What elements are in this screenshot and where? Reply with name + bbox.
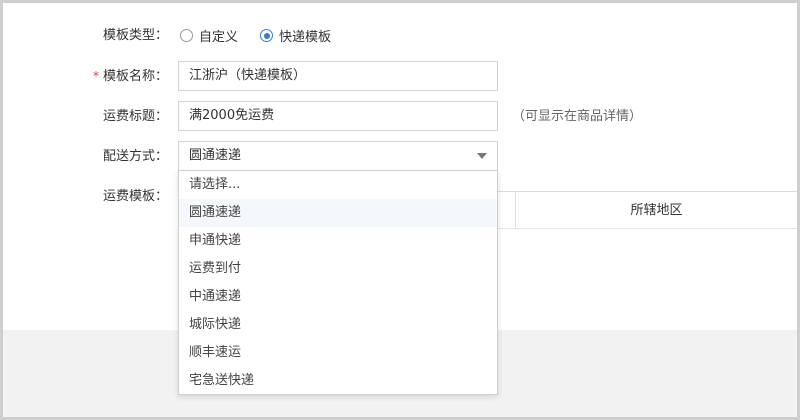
template-type-label: 模板类型： [102, 28, 168, 43]
chevron-down-icon [477, 153, 487, 159]
dropdown-option[interactable]: 圆通速递 [179, 199, 497, 227]
template-name-label-row: * 模板名称： [3, 66, 168, 87]
shipping-title-input[interactable]: 满2000免运费 [178, 101, 498, 131]
radio-option-custom[interactable]: 自定义 [180, 26, 238, 45]
radio-express-template[interactable] [260, 29, 274, 42]
dropdown-option[interactable]: 运费到付 [179, 255, 497, 283]
shipping-title-label: 运费标题： [102, 109, 168, 124]
radio-express-template-label: 快递模板 [279, 30, 332, 45]
shipping-template-label: 运费模板： [102, 189, 168, 204]
dropdown-option[interactable]: 宅急送快递 [179, 367, 497, 395]
template-name-input[interactable]: 江浙沪（快递模板） [178, 61, 498, 91]
dropdown-option[interactable]: 申通快递 [179, 227, 497, 255]
radio-custom-label: 自定义 [199, 30, 239, 45]
required-mark: * [92, 69, 99, 83]
template-name-label: 模板名称： [102, 69, 168, 84]
dropdown-option[interactable]: 顺丰速运 [179, 339, 497, 367]
shipping-title-hint: （可显示在商品详情） [512, 109, 643, 124]
dropdown-option[interactable]: 城际快递 [179, 311, 497, 339]
dropdown-option[interactable]: 请选择... [179, 171, 497, 199]
region-column-header: 所辖地区 [630, 203, 683, 218]
dropdown-option[interactable]: 中通速递 [179, 283, 497, 311]
radio-custom[interactable] [180, 29, 193, 42]
delivery-method-dropdown: 请选择... 圆通速递 申通快递 运费到付 中通速递 城际快递 顺丰速运 宅急送… [178, 171, 498, 395]
delivery-method-label: 配送方式： [102, 149, 168, 164]
template-type-radio-group: 自定义 快递模板 [180, 26, 353, 45]
delivery-method-value: 圆通速递 [189, 148, 242, 163]
delivery-method-select[interactable]: 圆通速递 [178, 141, 498, 171]
radio-option-express-template[interactable]: 快递模板 [260, 26, 331, 45]
